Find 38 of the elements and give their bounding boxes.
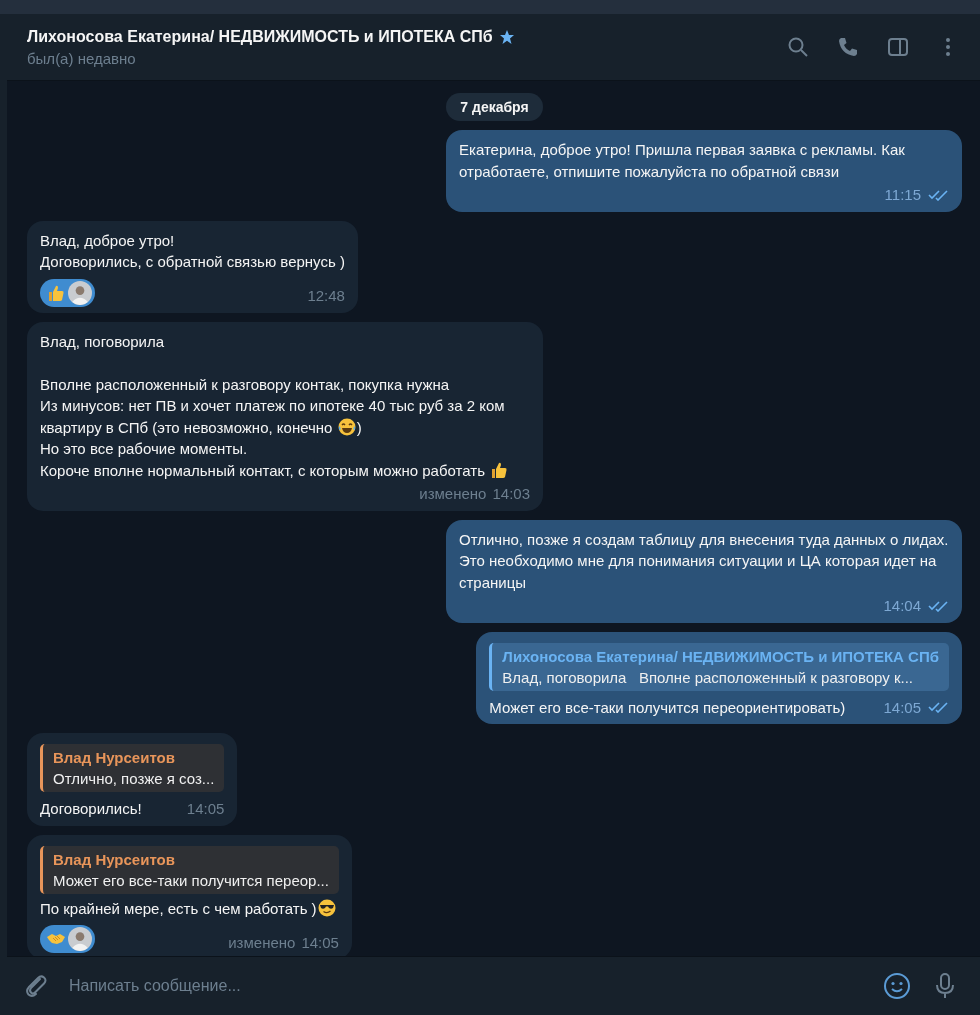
- message-time: 14:04: [883, 596, 921, 616]
- reply-author: Влад Нурсеитов: [53, 748, 176, 768]
- reply-text: Отлично, позже я соз...: [53, 769, 215, 789]
- date-badge: 7 декабря: [446, 93, 543, 121]
- message-text: Екатерина, доброе утро! Пришла первая заявка с рекламы. Как отработаете, отпишите пожалуйста по обратной связи: [459, 140, 906, 182]
- sidebar-toggle-icon[interactable]: [886, 35, 910, 59]
- message-text: Отлично, позже я создам таблицу для внесения туда данных о лидах. Это необходимо мне для понимания ситуации и ЦА которая идет на страницы: [459, 529, 949, 593]
- avatar-icon: [68, 927, 92, 951]
- sunglasses-emoji-icon: [316, 897, 337, 918]
- reaction-chip[interactable]: [40, 278, 95, 307]
- reply-quote[interactable]: Влад Нурсеитов Может его все-таки получится переор...: [40, 845, 339, 894]
- reaction-chip[interactable]: [40, 925, 95, 953]
- message-text: Влад, доброе утро! Договорились, с обратной связью вернусь ): [40, 230, 345, 272]
- emoji-icon[interactable]: [882, 971, 912, 1001]
- message-time: 14:05: [186, 799, 225, 819]
- search-icon[interactable]: [786, 35, 810, 59]
- message-time: 11:15: [884, 185, 921, 205]
- chat-title: Лихоносова Екатерина/ НЕДВИЖИМОСТЬ и ИПОТЕКА СПб: [27, 27, 493, 46]
- message-text: По крайней мере, есть с чем работать ): [40, 897, 339, 919]
- message-time: 14:05: [301, 932, 339, 953]
- edited-label: изменено: [419, 484, 487, 504]
- reply-text: Может его все-таки получится переор...: [53, 870, 329, 891]
- message-time: 14:05: [883, 697, 921, 718]
- reply-quote[interactable]: Влад Нурсеитов Отлично, позже я соз...: [40, 744, 225, 792]
- phone-icon[interactable]: [836, 35, 860, 59]
- reply-quote[interactable]: Лихоносова Екатерина/ НЕДВИЖИМОСТЬ и ИПОТЕКА СПб Влад, поговорила Вполне расположенный к разговору к...: [489, 642, 949, 691]
- reply-author: Лихоносова Екатерина/ НЕДВИЖИМОСТЬ и ИПОТЕКА СПб: [502, 646, 939, 667]
- message-time: 12:48: [307, 286, 345, 306]
- last-seen-status: был(а) недавно: [27, 49, 137, 67]
- edited-label: изменено: [228, 932, 296, 953]
- message-text: Может его все-таки получится переориентировать): [489, 697, 846, 718]
- message-text: Договорились!: [40, 799, 142, 819]
- message-time: 14:03: [492, 484, 530, 504]
- reply-author: Влад Нурсеитов: [53, 849, 176, 870]
- avatar-icon: [68, 280, 92, 305]
- laughing-emoji-icon: [336, 416, 357, 437]
- reply-text: Влад, поговорила Вполне расположенный к разговору к...: [502, 667, 914, 688]
- message-text: Влад, поговорила Вполне расположенный к разговору контак, покупка нужна Из минусов: нет ПВ и хочет платеж по ипотеке 40 тыс руб за 2 ком квартиру в СПб (это невозможно, конечно ) Но это все рабочие моменты. Короче вполне нормальный контакт, с которым можно работать: [40, 330, 530, 481]
